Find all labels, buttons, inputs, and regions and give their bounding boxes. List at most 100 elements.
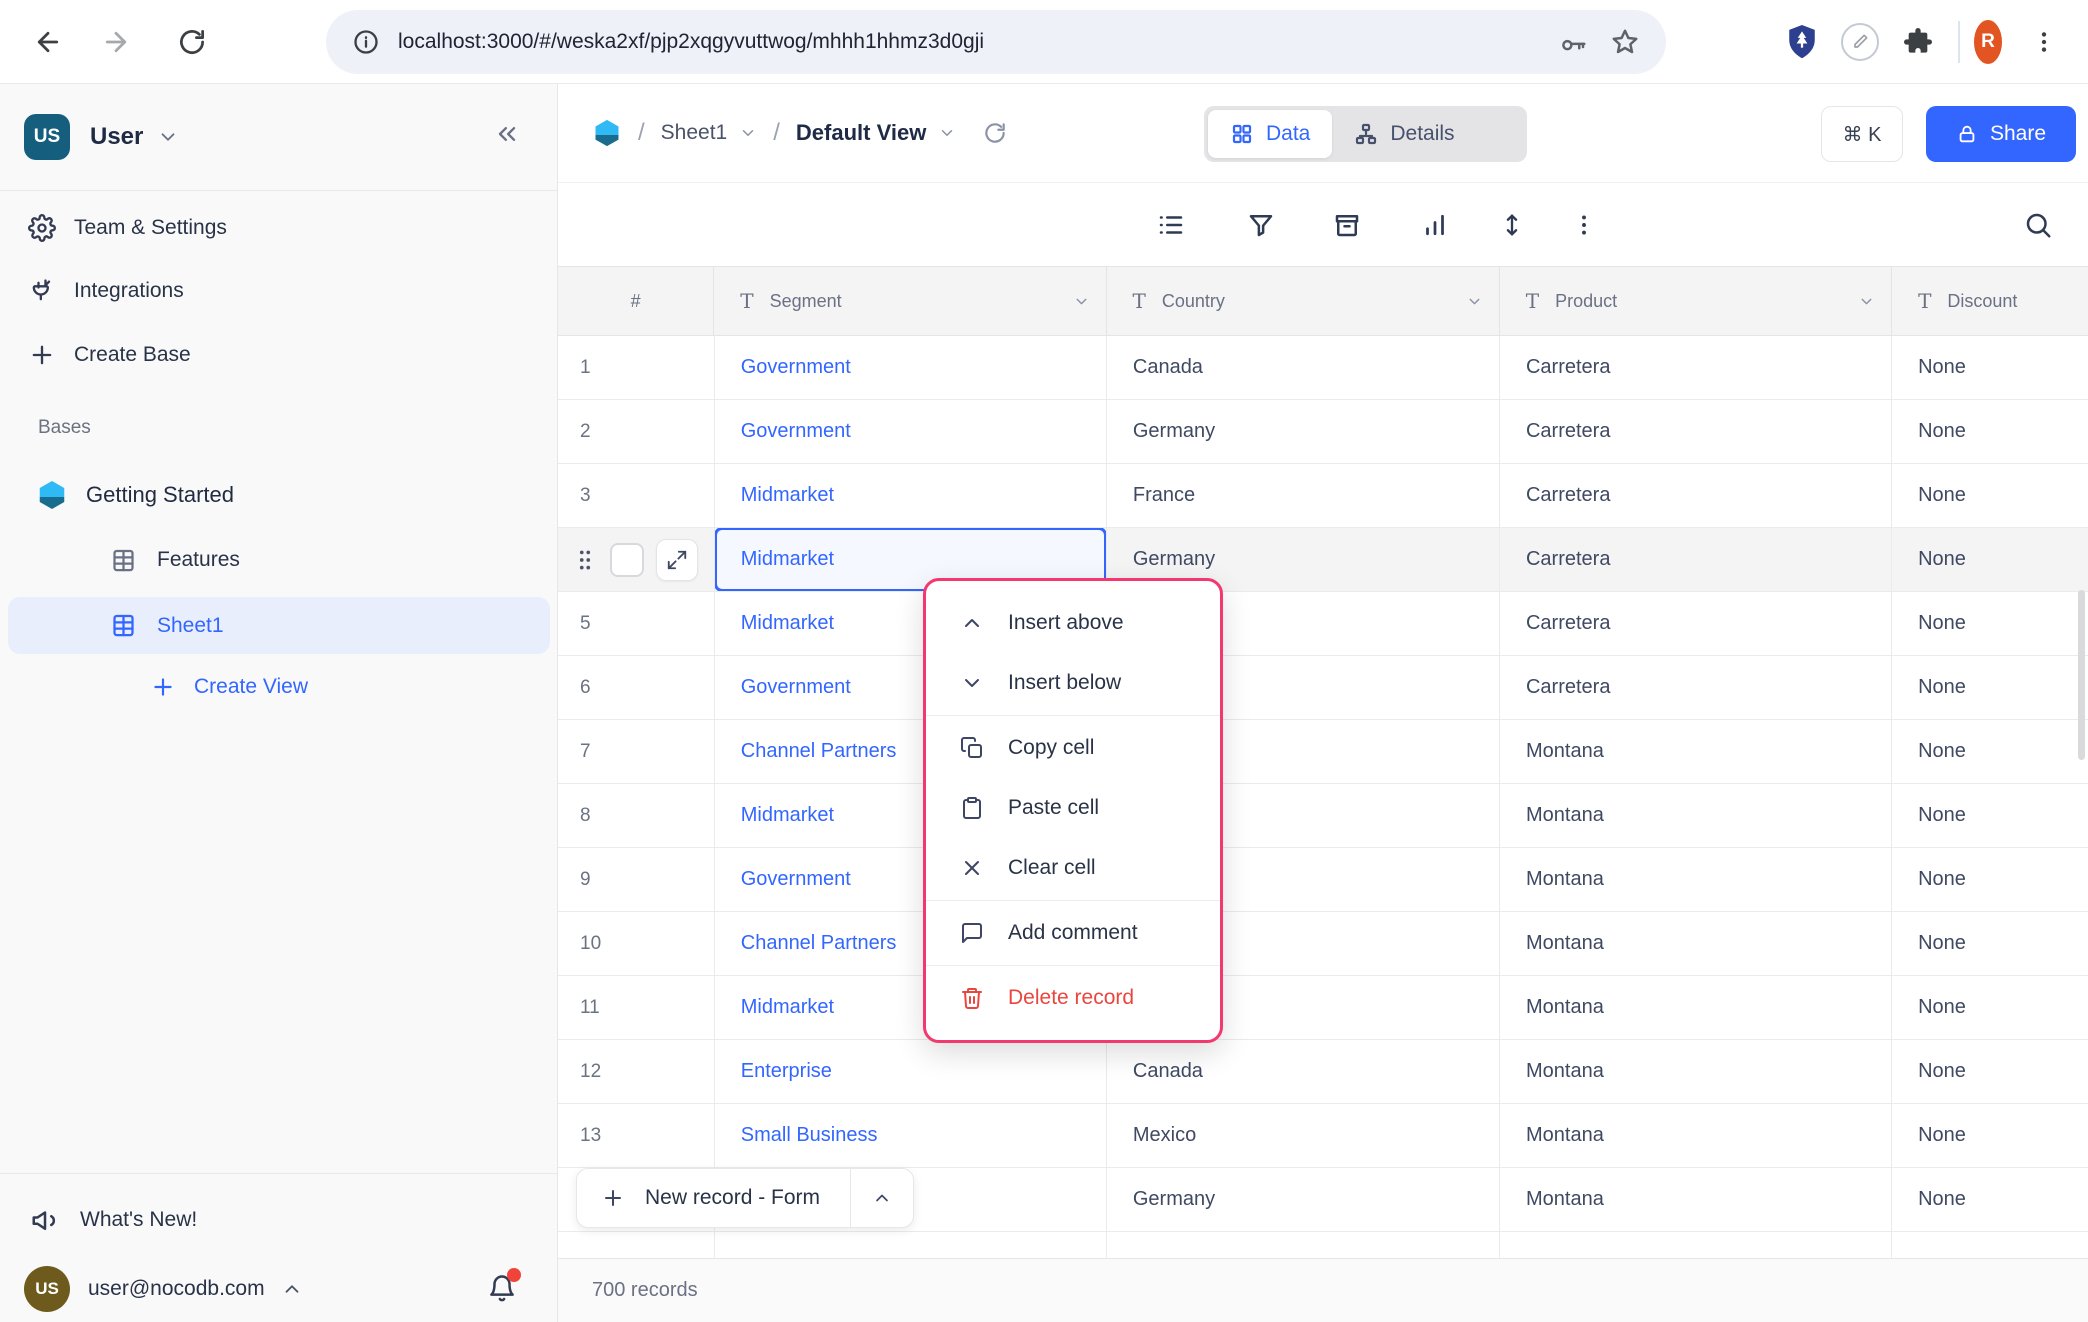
cell-product[interactable]: Carretera bbox=[1500, 656, 1892, 719]
cell-segment[interactable]: Enterprise bbox=[715, 1040, 1107, 1103]
cell-discount[interactable]: None bbox=[1892, 656, 2088, 719]
column-header-product[interactable]: T Product bbox=[1500, 267, 1892, 335]
cell-discount[interactable]: None bbox=[1892, 1168, 2088, 1231]
cell-segment[interactable]: Government bbox=[715, 336, 1107, 399]
column-header-discount[interactable]: T Discount bbox=[1892, 267, 2088, 335]
row-number-cell[interactable]: 2 bbox=[558, 400, 715, 463]
breadcrumb-view[interactable]: Default View bbox=[796, 120, 926, 146]
sidebar-table-sheet1[interactable]: Sheet1 bbox=[8, 597, 550, 654]
row-number-cell[interactable]: 12 bbox=[558, 1040, 715, 1103]
group-by-button[interactable] bbox=[1327, 205, 1367, 245]
chevron-down-icon[interactable] bbox=[739, 124, 757, 142]
row-number-cell[interactable]: 6 bbox=[558, 656, 715, 719]
browser-profile-button[interactable]: R bbox=[1974, 20, 2018, 64]
row-number-cell[interactable]: 4 bbox=[558, 528, 715, 591]
sort-button[interactable] bbox=[1415, 205, 1455, 245]
cell-discount[interactable]: None bbox=[1892, 592, 2088, 655]
cell-product[interactable]: Carretera bbox=[1500, 592, 1892, 655]
pencil-extension-button[interactable] bbox=[1838, 20, 1882, 64]
new-record-button[interactable]: New record - Form bbox=[577, 1169, 850, 1227]
menu-item-delete-record[interactable]: Delete record bbox=[926, 968, 1220, 1028]
column-header-segment[interactable]: T Segment bbox=[714, 267, 1106, 335]
share-button[interactable]: Share bbox=[1926, 106, 2076, 162]
column-header-number[interactable]: # bbox=[558, 267, 714, 335]
sidebar-item-integrations[interactable]: Integrations bbox=[0, 263, 557, 319]
refresh-view-button[interactable] bbox=[982, 120, 1008, 146]
row-number-cell[interactable]: 1 bbox=[558, 336, 715, 399]
command-palette-button[interactable]: ⌘ K bbox=[1821, 106, 1903, 162]
cell-country[interactable]: France bbox=[1107, 464, 1500, 527]
fields-menu-button[interactable] bbox=[1151, 205, 1191, 245]
cell-discount[interactable]: None bbox=[1892, 1040, 2088, 1103]
row-number-cell[interactable]: 9 bbox=[558, 848, 715, 911]
cell-discount[interactable] bbox=[1892, 1232, 2088, 1258]
row-number-cell[interactable]: 10 bbox=[558, 912, 715, 975]
chevron-down-icon[interactable] bbox=[1858, 293, 1875, 310]
row-number-cell[interactable] bbox=[558, 1232, 715, 1258]
row-number-cell[interactable]: 13 bbox=[558, 1104, 715, 1167]
cell-product[interactable]: Montana bbox=[1500, 912, 1892, 975]
sidebar-base-getting-started[interactable]: Getting Started bbox=[0, 467, 557, 523]
cell-country[interactable]: Germany bbox=[1107, 1168, 1500, 1231]
row-number-cell[interactable]: 7 bbox=[558, 720, 715, 783]
address-bar[interactable]: localhost:3000/#/weska2xf/pjp2xqgyvuttwo… bbox=[326, 10, 1666, 74]
cell-discount[interactable]: None bbox=[1892, 1104, 2088, 1167]
drag-handle-icon[interactable] bbox=[572, 547, 598, 573]
cell-discount[interactable]: None bbox=[1892, 528, 2088, 591]
new-record-options-button[interactable] bbox=[851, 1169, 913, 1227]
whats-new-button[interactable]: What's New! bbox=[0, 1192, 557, 1248]
cell-product[interactable]: Carretera bbox=[1500, 528, 1892, 591]
menu-item-clear-cell[interactable]: Clear cell bbox=[926, 838, 1220, 898]
cell-country[interactable]: Canada bbox=[1107, 1040, 1500, 1103]
cell-product[interactable]: Montana bbox=[1500, 1040, 1892, 1103]
cell-product[interactable]: Montana bbox=[1500, 976, 1892, 1039]
browser-reload-button[interactable] bbox=[174, 24, 210, 60]
cell-product[interactable]: Montana bbox=[1500, 1104, 1892, 1167]
browser-back-button[interactable] bbox=[30, 24, 66, 60]
cell-discount[interactable]: None bbox=[1892, 848, 2088, 911]
toolbar-more-button[interactable] bbox=[1564, 205, 1604, 245]
cell-discount[interactable]: None bbox=[1892, 336, 2088, 399]
user-account-row[interactable]: US user@nocodb.com bbox=[0, 1260, 557, 1318]
base-hexagon-icon[interactable] bbox=[592, 118, 622, 148]
cell-product[interactable]: Montana bbox=[1500, 720, 1892, 783]
menu-item-paste-cell[interactable]: Paste cell bbox=[926, 778, 1220, 838]
extensions-puzzle-button[interactable] bbox=[1896, 20, 1940, 64]
cell-product[interactable] bbox=[1500, 1232, 1892, 1258]
menu-item-insert-below[interactable]: Insert below bbox=[926, 653, 1220, 713]
browser-forward-button[interactable] bbox=[98, 24, 134, 60]
vertical-scrollbar[interactable] bbox=[2078, 590, 2085, 760]
cell-segment[interactable]: Small Business bbox=[715, 1104, 1107, 1167]
chevron-down-icon[interactable] bbox=[1073, 293, 1090, 310]
workspace-switcher[interactable]: US User bbox=[0, 84, 557, 190]
password-key-icon[interactable] bbox=[1558, 27, 1588, 57]
cell-country[interactable]: Mexico bbox=[1107, 1104, 1500, 1167]
cell-product[interactable]: Montana bbox=[1500, 1168, 1892, 1231]
tab-data[interactable]: Data bbox=[1208, 110, 1332, 158]
sidebar-item-team-settings[interactable]: Team & Settings bbox=[0, 200, 557, 256]
browser-menu-button[interactable] bbox=[2022, 20, 2066, 64]
expand-record-button[interactable] bbox=[656, 539, 698, 581]
cell-segment[interactable]: Midmarket bbox=[715, 464, 1107, 527]
cell-product[interactable]: Carretera bbox=[1500, 400, 1892, 463]
cell-discount[interactable]: None bbox=[1892, 400, 2088, 463]
cell-discount[interactable]: None bbox=[1892, 912, 2088, 975]
sidebar-table-features[interactable]: Features bbox=[0, 532, 557, 588]
cell-discount[interactable]: None bbox=[1892, 784, 2088, 847]
site-info-icon[interactable] bbox=[352, 28, 380, 56]
sidebar-collapse-button[interactable] bbox=[493, 120, 521, 148]
menu-item-insert-above[interactable]: Insert above bbox=[926, 593, 1220, 653]
chevron-down-icon[interactable] bbox=[938, 124, 956, 142]
adblock-extension-button[interactable] bbox=[1780, 20, 1824, 64]
cell-segment[interactable]: Government bbox=[715, 400, 1107, 463]
menu-item-add-comment[interactable]: Add comment bbox=[926, 903, 1220, 963]
notifications-button[interactable] bbox=[487, 1274, 517, 1304]
column-header-country[interactable]: T Country bbox=[1107, 267, 1500, 335]
cell-product[interactable]: Montana bbox=[1500, 784, 1892, 847]
cell-country[interactable]: Canada bbox=[1107, 336, 1500, 399]
row-height-button[interactable] bbox=[1492, 205, 1532, 245]
cell-country[interactable] bbox=[1107, 1232, 1500, 1258]
tab-details[interactable]: Details bbox=[1332, 110, 1476, 158]
cell-country[interactable]: Germany bbox=[1107, 400, 1500, 463]
cell-product[interactable]: Carretera bbox=[1500, 336, 1892, 399]
